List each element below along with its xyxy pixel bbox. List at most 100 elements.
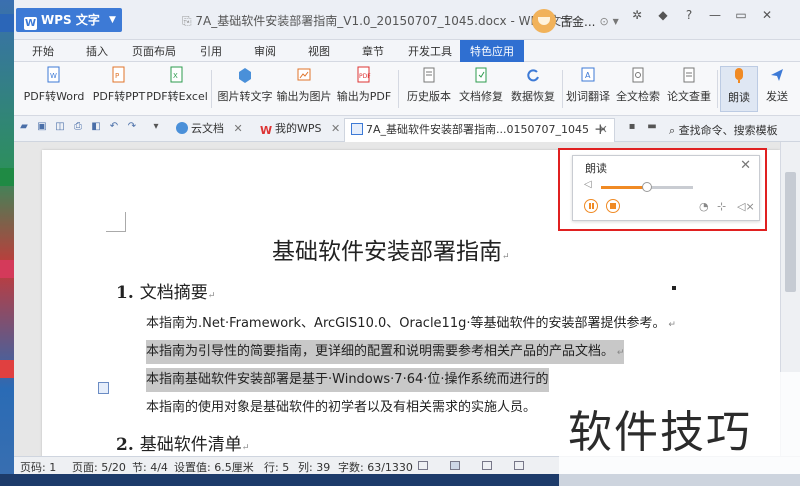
tab-home[interactable]: 开始 (32, 43, 54, 59)
tab-view[interactable]: 视图 (308, 43, 330, 59)
paper-check-icon (681, 66, 697, 84)
close-icon[interactable]: ✕ (759, 8, 775, 22)
wps-logo-icon: W (24, 17, 37, 30)
pdf-to-ppt-button[interactable]: P PDF转PPT (88, 66, 150, 112)
desktop-icon (0, 168, 14, 186)
document-tab-bar: ▰ ▣ ◫ ⎙ ◧ ↶ ↷ ▾ 云文档 ✕ W 我的WPS ✕ 7A_基础软件安装… (14, 116, 800, 142)
minimize-icon[interactable]: — (707, 8, 723, 22)
svg-text:P: P (115, 72, 119, 80)
image-to-text-icon (237, 66, 253, 84)
paragraph-text: 本指南基础软件安装部署是基于·Windows·7·64·位·操作系统而进行的 (146, 372, 549, 387)
tab-special-apps[interactable]: 特色应用 (460, 40, 524, 62)
tab-page-layout[interactable]: 页面布局 (132, 43, 176, 59)
tab-insert[interactable]: 插入 (86, 43, 108, 59)
fulltext-search-button[interactable]: 全文检索 (614, 66, 662, 112)
export-pdf-button[interactable]: PDF 输出为PDF (336, 66, 392, 112)
status-page: 页面: 5/20 (72, 461, 126, 474)
view-outline-icon[interactable] (482, 461, 492, 470)
save-icon[interactable]: ▣ (36, 121, 48, 132)
skin-icon[interactable]: ◆ (655, 8, 671, 22)
paragraph-handle-icon[interactable] (98, 382, 109, 394)
speaker-icon: ◁ (584, 179, 592, 190)
tab-references[interactable]: 引用 (200, 43, 222, 59)
read-aloud-button[interactable]: 朗读 (720, 66, 758, 112)
paragraph-text: 本指南的使用对象是基础软件的初学者以及有相关需求的实施人员。 (146, 400, 537, 415)
volume-knob[interactable] (642, 182, 652, 192)
fulltext-search-icon (630, 66, 646, 84)
pdf-to-word-button[interactable]: W PDF转Word (19, 66, 89, 112)
export-icon[interactable]: ◫ (54, 121, 66, 132)
undo-icon[interactable]: ↶ (108, 121, 120, 132)
print-preview-icon[interactable]: ◧ (90, 121, 102, 132)
pdf-to-excel-icon: X (169, 66, 185, 84)
maximize-icon[interactable]: ▭ (733, 8, 749, 22)
export-image-icon (296, 66, 312, 84)
tab-developer[interactable]: 开发工具 (408, 43, 452, 59)
ribbon-separator (717, 70, 718, 108)
user-badge-icon[interactable]: ⊙ (599, 15, 608, 28)
pdf-to-word-label: PDF转Word (23, 90, 85, 103)
settings-icon[interactable]: ✲ (629, 8, 645, 22)
chevron-down-icon[interactable]: ▼ (613, 17, 619, 26)
status-word-count: 字数: 63/1330 (338, 461, 413, 474)
read-aloud-label: 朗读 (728, 91, 750, 104)
history-icon (421, 66, 437, 84)
document-icon (351, 123, 363, 135)
status-page-number: 页码: 1 (20, 461, 57, 474)
word-translate-button[interactable]: A 划词翻译 (564, 66, 612, 112)
voice-icon[interactable]: ⊹ (717, 200, 726, 213)
close-icon[interactable]: ✕ (234, 122, 243, 135)
desktop-icon (0, 360, 14, 378)
paragraph: 本指南为.Net·Framework、ArcGIS10.0、Oracle11g·… (146, 316, 676, 331)
export-image-button[interactable]: 输出为图片 (276, 66, 332, 112)
speed-icon[interactable]: ◔ (699, 200, 709, 213)
chevron-down-icon[interactable]: ▾ (150, 121, 162, 132)
help-icon[interactable]: ? (681, 8, 697, 22)
volume-fill (601, 186, 647, 189)
command-search[interactable]: ⌕ 查找命令、搜索模板 (669, 122, 778, 138)
pause-button[interactable] (584, 199, 598, 213)
section-number: 1. (116, 283, 134, 303)
paragraph-text: 本指南为引导性的简要指南，更详细的配置和说明需要参考相关产品的产品文档。 (146, 344, 615, 359)
window-mode-icon[interactable]: ▬ (646, 121, 658, 132)
tab-cloud-docs-label: 云文档 (191, 122, 224, 135)
view-web-icon[interactable] (514, 461, 524, 470)
ribbon-separator (562, 70, 563, 108)
redo-icon[interactable]: ↷ (126, 121, 138, 132)
app-menu-button[interactable]: W WPS 文字 ▼ (16, 8, 122, 32)
volume-slider[interactable] (601, 182, 693, 192)
send-button[interactable]: 发送 (760, 66, 794, 112)
section-number: 2. (116, 435, 134, 455)
fulltext-search-label: 全文检索 (616, 90, 660, 103)
mute-icon[interactable]: ◁× (737, 200, 755, 213)
tab-chapter[interactable]: 章节 (362, 43, 384, 59)
print-icon[interactable]: ⎙ (72, 121, 84, 132)
tab-my-wps[interactable]: W 我的WPS ✕ (254, 118, 346, 142)
avatar[interactable] (532, 9, 556, 33)
user-account[interactable]: 古金... ⊙ ▼ (532, 8, 619, 34)
tab-cloud-docs[interactable]: 云文档 ✕ (170, 118, 249, 142)
recovery-icon (525, 66, 541, 84)
status-column: 列: 39 (298, 461, 331, 474)
image-to-text-button[interactable]: 图片转文字 (216, 66, 274, 112)
history-version-button[interactable]: 历史版本 (404, 66, 454, 112)
pdf-to-excel-button[interactable]: X PDF转Excel (146, 66, 208, 112)
pdf-to-word-icon: W (46, 66, 62, 84)
view-reading-icon[interactable] (418, 461, 428, 470)
translate-label: 划词翻译 (566, 90, 610, 103)
document-repair-button[interactable]: 文档修复 (456, 66, 506, 112)
new-tab-icon[interactable]: + (594, 120, 607, 138)
tab-list-icon[interactable]: ▪ (626, 121, 638, 132)
close-icon[interactable]: ✕ (331, 122, 340, 135)
paper-check-button[interactable]: 论文查重 (664, 66, 714, 112)
data-recovery-button[interactable]: 数据恢复 (508, 66, 558, 112)
desktop-icon (0, 14, 14, 32)
view-page-icon[interactable] (450, 461, 460, 470)
tab-review[interactable]: 审阅 (254, 43, 276, 59)
tab-current-document-label: 7A_基础软件安装部署指南...0150707_1045 (366, 123, 589, 136)
open-icon[interactable]: ▰ (18, 121, 30, 132)
stop-button[interactable] (606, 199, 620, 213)
tab-current-document[interactable]: 7A_基础软件安装部署指南...0150707_1045 ✕ (344, 118, 615, 142)
scrollbar-thumb[interactable] (785, 172, 796, 292)
close-icon[interactable]: ✕ (740, 158, 751, 173)
